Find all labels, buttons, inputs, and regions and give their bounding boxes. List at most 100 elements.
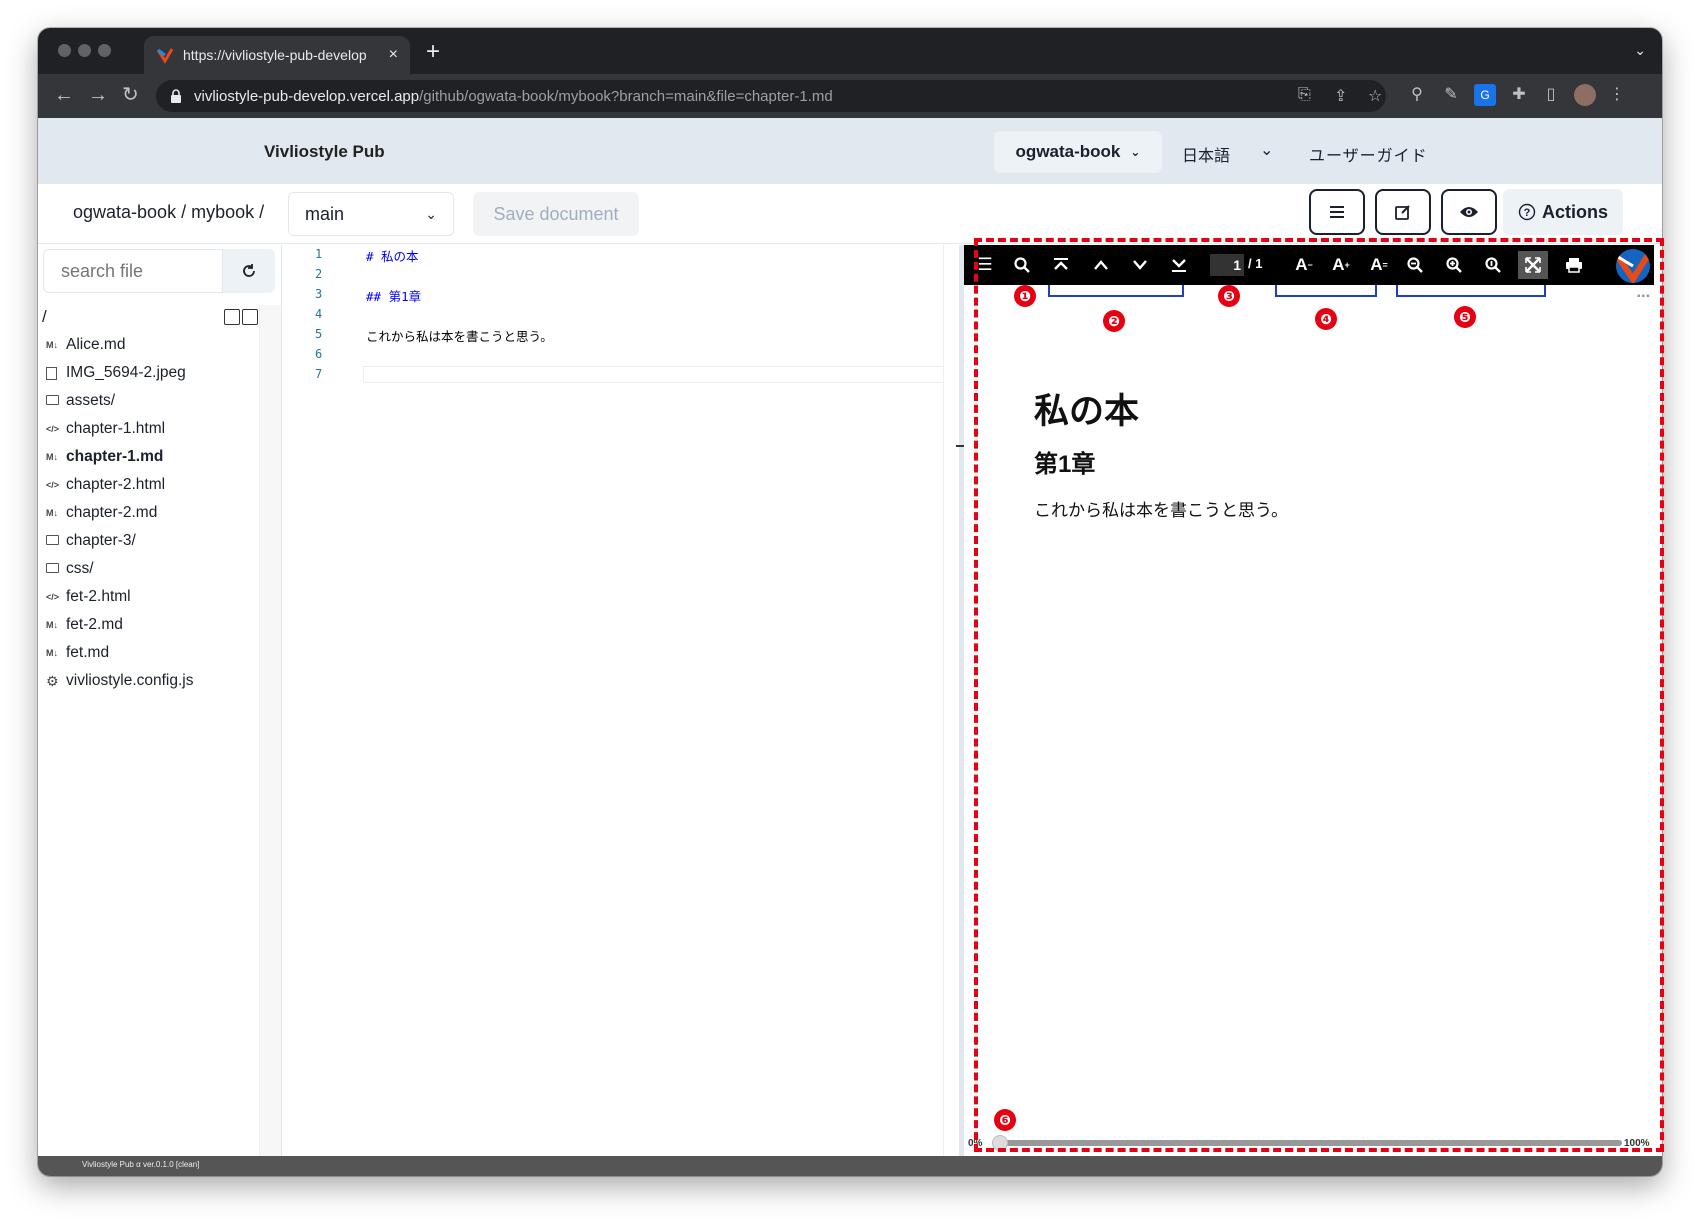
maximize-window-dot[interactable]: [98, 44, 111, 57]
new-file-icon[interactable]: [224, 309, 240, 325]
file-name: chapter-3/: [66, 532, 136, 549]
eye-icon: [1460, 207, 1478, 217]
sidebar-scrollbar[interactable]: [259, 305, 281, 1156]
file-item-css[interactable]: css/: [46, 555, 194, 583]
search-file-input[interactable]: [43, 249, 223, 293]
minimize-window-dot[interactable]: [78, 44, 91, 57]
previous-page-icon[interactable]: [1086, 251, 1116, 279]
page-slider[interactable]: 0% 100%: [964, 1131, 1654, 1153]
chevron-down-icon: ⌄: [1130, 145, 1141, 159]
file-name: css/: [66, 560, 94, 577]
fit-page-icon[interactable]: [1518, 251, 1548, 279]
toggle-preview-button[interactable]: [1441, 189, 1497, 235]
branch-select[interactable]: main ⌄: [288, 192, 454, 236]
status-bar: Vivliostyle Pub α ver.0.1.0 [clean]: [38, 1156, 1662, 1176]
file-item-chapter-1-html[interactable]: </> chapter-1.html: [46, 415, 194, 443]
app-brand[interactable]: Vivliostyle Pub: [264, 142, 385, 162]
tab-close-icon[interactable]: ×: [389, 46, 398, 64]
refresh-icon: [243, 264, 255, 277]
back-arrow-icon[interactable]: ←: [54, 84, 74, 106]
code-line: # 私の本: [366, 249, 419, 264]
file-name: IMG_5694-2.jpeg: [66, 364, 186, 381]
markdown-icon: M↓: [46, 452, 58, 462]
actions-button[interactable]: ? Actions: [1503, 189, 1623, 235]
slider-track[interactable]: [998, 1140, 1622, 1146]
code-line: これから私は本を書こうと思う。: [366, 329, 553, 344]
browser-toolbar: ← → ↻ vivliostyle-pub-develop.vercel.app…: [38, 74, 1662, 118]
slider-min-label: 0%: [968, 1138, 983, 1149]
file-name: Alice.md: [66, 336, 126, 353]
menu-icon: [1330, 206, 1344, 218]
font-size-reset-icon[interactable]: A =: [1364, 251, 1394, 279]
address-bar[interactable]: vivliostyle-pub-develop.vercel.app/githu…: [156, 80, 1386, 112]
file-item-fet-2-md[interactable]: M↓ fet-2.md: [46, 611, 194, 639]
file-item-config-js[interactable]: ⚙ vivliostyle.config.js: [46, 667, 194, 695]
code-icon: </>: [46, 424, 60, 434]
project-bar: ogwata-book / mybook / main ⌄ Save docum…: [38, 184, 1662, 244]
new-folder-icon[interactable]: [242, 309, 258, 325]
file-item-alice-md[interactable]: M↓ Alice.md: [46, 331, 194, 359]
file-item-fet-md[interactable]: M↓ fet.md: [46, 639, 194, 667]
close-window-dot[interactable]: [58, 44, 71, 57]
slider-max-label: 100%: [1624, 1138, 1650, 1149]
page-number-input[interactable]: 1: [1210, 254, 1244, 276]
zoom-out-icon[interactable]: [1400, 251, 1430, 279]
file-item-img-jpeg[interactable]: IMG_5694-2.jpeg: [46, 359, 194, 387]
file-name: chapter-1.md: [66, 448, 164, 465]
user-guide-link[interactable]: ユーザーガイド: [1309, 142, 1428, 166]
language-select[interactable]: 日本語: [1182, 142, 1230, 166]
side-panel-icon[interactable]: ▯: [1540, 84, 1562, 106]
first-page-icon[interactable]: [1046, 251, 1076, 279]
file-item-chapter-2-html[interactable]: </> chapter-2.html: [46, 471, 194, 499]
file-item-chapter-3[interactable]: chapter-3/: [46, 527, 194, 555]
translate-icon[interactable]: ⎘: [1298, 86, 1311, 104]
slider-thumb[interactable]: [992, 1135, 1008, 1151]
markdown-editor[interactable]: 1 2 3 4 5 6 7 # 私の本 ## 第1章 これから私は本を書こうと思…: [283, 245, 959, 1156]
line-gutter: 1 2 3 4 5 6 7: [283, 245, 343, 1156]
extensions-puzzle-icon[interactable]: ✚: [1508, 84, 1530, 106]
share-icon[interactable]: ⇪: [1334, 86, 1347, 106]
save-document-button[interactable]: Save document: [473, 192, 639, 236]
url-path: /github/ogwata-book/mybook?branch=main&f…: [419, 87, 833, 105]
zoom-in-icon[interactable]: [1439, 251, 1469, 279]
more-dots-icon[interactable]: ▪▪▪: [1637, 291, 1651, 302]
extension-key-icon[interactable]: ⚲: [1406, 84, 1428, 106]
refresh-button[interactable]: [223, 249, 275, 293]
new-tab-button[interactable]: +: [426, 40, 440, 64]
app-root: Vivliostyle Pub ogwata-book ⌄ 日本語 ⌄ ユーザー…: [38, 118, 1662, 1176]
font-size-decrease-icon[interactable]: A −: [1289, 251, 1319, 279]
toggle-editor-button[interactable]: [1375, 189, 1431, 235]
browser-tabbar: https://vivliostyle-pub-develop × + ⌄: [38, 28, 1662, 74]
tab-search-chevron-icon[interactable]: ⌄: [1634, 42, 1646, 59]
line-number: 2: [315, 267, 323, 281]
file-item-chapter-2-md[interactable]: M↓ chapter-2.md: [46, 499, 194, 527]
help-circle-icon: ?: [1518, 203, 1536, 221]
zoom-actual-size-icon[interactable]: [1478, 251, 1508, 279]
browser-tab-active[interactable]: https://vivliostyle-pub-develop ×: [144, 36, 410, 74]
toggle-filelist-button[interactable]: [1309, 189, 1365, 235]
forward-arrow-icon[interactable]: →: [88, 84, 108, 106]
browser-window: https://vivliostyle-pub-develop × + ⌄ ← …: [38, 28, 1662, 1176]
file-item-assets[interactable]: assets/: [46, 387, 194, 415]
chevron-down-icon[interactable]: ⌄: [1260, 140, 1273, 160]
vivliostyle-logo-icon[interactable]: [1616, 249, 1650, 283]
bookmark-star-icon[interactable]: ☆: [1368, 86, 1382, 106]
search-icon[interactable]: [1007, 251, 1037, 279]
next-page-icon[interactable]: [1125, 251, 1155, 279]
file-item-chapter-1-md[interactable]: M↓ chapter-1.md: [46, 443, 194, 471]
print-icon[interactable]: [1559, 251, 1589, 279]
extension-translate-icon[interactable]: G: [1474, 84, 1496, 106]
file-item-fet-2-html[interactable]: </> fet-2.html: [46, 583, 194, 611]
reload-icon[interactable]: ↻: [122, 84, 139, 106]
extension-pen-icon[interactable]: ✎: [1440, 84, 1462, 106]
editor-scrollbar[interactable]: [943, 245, 959, 1156]
font-size-increase-icon[interactable]: A +: [1326, 251, 1356, 279]
browser-menu-icon[interactable]: ⋮: [1606, 84, 1628, 106]
toc-icon[interactable]: ☰: [970, 251, 1000, 279]
file-name: vivliostyle.config.js: [66, 672, 194, 689]
viewer-toolbar: ☰ 1 / 1 A − A + A =: [964, 245, 1654, 285]
last-page-icon[interactable]: [1164, 251, 1194, 279]
folder-icon: [46, 395, 59, 405]
repo-menu-button[interactable]: ogwata-book ⌄: [994, 131, 1162, 173]
profile-avatar[interactable]: [1574, 84, 1596, 106]
